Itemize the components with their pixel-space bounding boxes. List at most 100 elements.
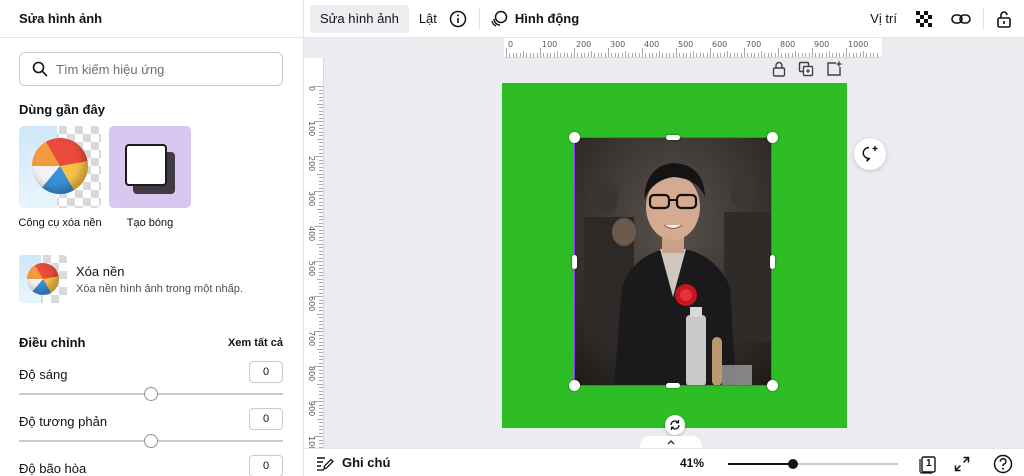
ruler-tick [747,53,749,57]
ruler-tick [509,53,511,57]
ruler-tick [713,53,715,57]
ruler-tick [594,53,596,57]
ruler-tick [693,51,694,57]
lock-icon[interactable] [772,60,786,78]
ruler-tick-label: 200 [576,40,592,49]
notes-icon [316,455,334,471]
ruler-tick [319,166,323,168]
effect-search-input[interactable] [56,61,276,77]
ruler-tick [679,53,681,57]
page-count-button[interactable]: 1 [918,454,938,474]
position-button[interactable]: Vị trí [860,5,907,33]
add-page-icon[interactable] [826,60,842,78]
effect-search-box[interactable] [19,52,283,86]
ruler-tick [319,145,323,147]
ruler-tick [319,359,323,360]
ruler-tick [798,53,800,57]
design-stage[interactable]: 0 100 200 300 400 500 600 700 800 900 1000 0 100 200… [304,38,1024,448]
contrast-slider-knob[interactable] [144,434,158,448]
transparency-icon[interactable] [915,10,933,28]
design-canvas[interactable] [502,83,847,428]
ruler-tick [317,278,323,280]
ruler-tick [638,53,640,57]
add-comment-button[interactable] [854,138,886,170]
ruler-tick [319,310,323,311]
rotate-button[interactable] [665,415,685,435]
notes-button[interactable]: Ghi chú [316,455,390,471]
animate-button[interactable]: Hình động [508,5,589,33]
ruler-tick [317,243,323,245]
ruler-tick [686,53,688,57]
ruler-tick [601,53,603,57]
beach-ball-icon [32,138,88,194]
recent-item-bg-remover[interactable] [19,126,101,208]
ruler-tick [812,48,813,57]
ruler-tick [319,443,323,444]
ruler-tick [628,53,630,57]
info-icon[interactable] [449,10,467,28]
ruler-tick [319,289,323,290]
ruler-tick [317,138,323,140]
ruler-tick [319,411,323,413]
ruler-tick [587,53,589,57]
ruler-tick [614,53,616,57]
ruler-tick [597,53,599,57]
ruler-tick [608,48,609,57]
resize-handle-top[interactable] [666,135,680,140]
bg-remover-tool[interactable]: Xóa nền Xóa nền hình ảnh trong một nhấp. [19,255,289,303]
zoom-slider-track[interactable] [728,459,898,469]
ruler-tick [604,53,606,57]
resize-handle-bottom-left[interactable] [569,380,580,391]
ruler-tick [682,53,684,57]
ruler-tick [319,341,323,343]
ruler-tick [676,48,677,57]
ruler-tick-label: 700 [746,40,762,49]
ruler-tick [791,53,793,57]
ruler-tick [795,51,796,57]
ruler-tick [529,53,531,57]
ruler-tick-label: 1000 [848,40,869,49]
resize-handle-left[interactable] [572,255,577,269]
adjust-header: Điều chỉnh Xem tất cả [19,335,283,350]
ruler-tick [319,271,323,273]
brightness-value-input[interactable]: 0 [249,361,283,383]
contrast-value-input[interactable]: 0 [249,408,283,430]
chevron-up-icon [666,438,676,448]
ruler-tick [314,86,323,87]
ruler-tick [319,299,323,301]
ruler-tick [611,53,613,57]
link-icon[interactable] [951,12,971,26]
ruler-tick [631,53,633,57]
unlock-icon[interactable] [996,10,1012,28]
resize-handle-right[interactable] [770,255,775,269]
resize-handle-bottom-right[interactable] [767,380,778,391]
ruler-tick [839,53,841,57]
ruler-tick [553,53,555,57]
see-all-link[interactable]: Xem tất cả [228,337,283,349]
zoom-percentage[interactable]: 41% [680,456,704,470]
ruler-tick [319,285,323,287]
ruler-tick [319,229,323,231]
edit-image-button[interactable]: Sửa hình ảnh [310,4,409,33]
zoom-slider-knob[interactable] [787,459,798,469]
brightness-slider-knob[interactable] [144,387,158,401]
ruler-tick-label: 900 [814,40,830,49]
ruler-tick [319,107,323,108]
animate-icon[interactable] [490,10,508,28]
duplicate-icon[interactable] [798,60,814,78]
help-icon[interactable] [993,454,1013,474]
flip-button[interactable]: Lật [409,5,447,33]
show-pages-toggle[interactable] [640,436,702,448]
resize-handle-top-left[interactable] [569,132,580,143]
ruler-tick [519,53,521,57]
left-ruler: 0 100 200 300 400 500 600 700 800 900 1000 [304,58,324,448]
saturation-label: Độ bão hòa [19,461,87,476]
recent-item-shadow[interactable] [109,126,191,208]
saturation-value-input[interactable]: 0 [249,455,283,476]
resize-handle-bottom[interactable] [666,383,680,388]
notes-label: Ghi chú [342,455,391,470]
ruler-tick [822,53,824,57]
ruler-tick [314,121,323,122]
fullscreen-icon[interactable] [954,456,970,472]
resize-handle-top-right[interactable] [767,132,778,143]
